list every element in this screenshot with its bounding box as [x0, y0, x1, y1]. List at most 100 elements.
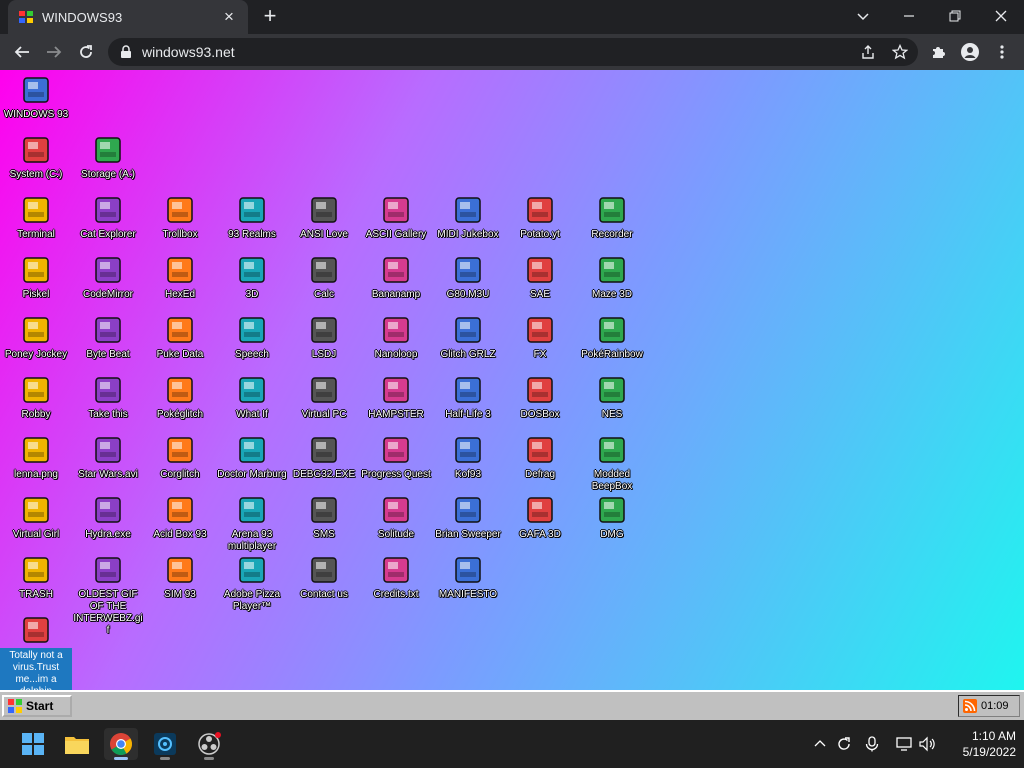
desktop-icon[interactable]: Defrag: [504, 434, 576, 481]
desktop-icon[interactable]: ASCII Gallery: [360, 194, 432, 241]
desktop-icon[interactable]: Piskel: [0, 254, 72, 301]
sync-icon[interactable]: [832, 732, 856, 756]
hidden-icons-chevron-icon[interactable]: [808, 732, 832, 756]
desktop-icon[interactable]: MANIFESTO: [432, 554, 504, 601]
desktop-icon[interactable]: FX: [504, 314, 576, 361]
new-tab-button[interactable]: +: [258, 5, 282, 29]
desktop-icon[interactable]: Byte Beat: [72, 314, 144, 361]
extensions-puzzle-icon[interactable]: [926, 40, 950, 64]
desktop-icon[interactable]: lenna.png: [0, 434, 72, 481]
minimize-button[interactable]: [892, 3, 926, 29]
desktop-icon[interactable]: Adobe Pizza Player™: [216, 554, 288, 613]
desktop-icon[interactable]: G80.M3U: [432, 254, 504, 301]
browser-menu-icon[interactable]: [990, 40, 1014, 64]
desktop-icon[interactable]: WINDOWS 93: [0, 74, 72, 121]
desktop-icon[interactable]: Potato.yt: [504, 194, 576, 241]
lock-icon[interactable]: [120, 45, 134, 59]
forward-button[interactable]: [42, 40, 66, 64]
desktop-icon[interactable]: GAFA 3D: [504, 494, 576, 541]
chrome-app-icon[interactable]: [104, 728, 138, 760]
desktop-icon[interactable]: Recorder: [576, 194, 648, 241]
desktop-icon[interactable]: System (C:): [0, 134, 72, 181]
close-tab-icon[interactable]: ×: [220, 7, 238, 26]
desktop-icon[interactable]: Modded BeepBox: [576, 434, 648, 493]
desktop-icon[interactable]: What If: [216, 374, 288, 421]
windows-clock[interactable]: 1:10 AM 5/19/2022: [946, 728, 1016, 760]
media-app-icon[interactable]: [148, 728, 182, 760]
maze-icon: [596, 254, 628, 286]
desktop-icon[interactable]: Star Wars.avi: [72, 434, 144, 481]
desktop-icon[interactable]: SIM 93: [144, 554, 216, 601]
desktop-icon[interactable]: Kof93: [432, 434, 504, 481]
desktop-icon[interactable]: Brian Sweeper: [432, 494, 504, 541]
desktop-icon[interactable]: Contact us: [288, 554, 360, 601]
start-button[interactable]: Start: [2, 695, 72, 717]
desktop-icon[interactable]: MIDI Jukebox: [432, 194, 504, 241]
url-input[interactable]: [142, 44, 854, 60]
desktop-icon[interactable]: SAE: [504, 254, 576, 301]
desktop-icon[interactable]: Virtual Girl: [0, 494, 72, 541]
file-explorer-icon[interactable]: [60, 728, 94, 760]
desktop-icon[interactable]: DOSBox: [504, 374, 576, 421]
desktop-icon[interactable]: HexEd: [144, 254, 216, 301]
desktop-icon[interactable]: Puke Data: [144, 314, 216, 361]
windows-start-icon[interactable]: [16, 728, 50, 760]
desktop-icon[interactable]: Cat Explorer: [72, 194, 144, 241]
dragon-icon: [236, 194, 268, 226]
desktop-icon[interactable]: HAMPSTER: [360, 374, 432, 421]
desktop-icon[interactable]: Nanoloop: [360, 314, 432, 361]
desktop-icon[interactable]: [0, 614, 72, 646]
desktop-icon[interactable]: PokéRainbow: [576, 314, 648, 361]
microphone-tray-icon[interactable]: [860, 732, 884, 756]
desktop-icon[interactable]: Arena 93 multiplayer: [216, 494, 288, 553]
volume-icon[interactable]: [916, 732, 940, 756]
desktop-icon[interactable]: OLDEST GIF OF THE INTERWEBZ.gif: [72, 554, 144, 637]
desktop-icon[interactable]: Progress Quest: [360, 434, 432, 481]
desktop-icon[interactable]: Poney Jockey: [0, 314, 72, 361]
desktop-icon[interactable]: DEBG32.EXE: [288, 434, 360, 481]
desktop-icon[interactable]: Maze 3D: [576, 254, 648, 301]
rss-feed-icon[interactable]: [963, 699, 977, 713]
desktop-icon[interactable]: Credits.txt: [360, 554, 432, 601]
desktop-icon[interactable]: Pokéglitch: [144, 374, 216, 421]
desktop-icon[interactable]: Robby: [0, 374, 72, 421]
desktop-icon[interactable]: Bananamp: [360, 254, 432, 301]
desktop-icon[interactable]: LSDJ: [288, 314, 360, 361]
desktop-icon[interactable]: Virtual PC: [288, 374, 360, 421]
desktop-icon[interactable]: Glitch GRLZ: [432, 314, 504, 361]
bookmark-star-icon[interactable]: [886, 40, 914, 64]
desktop-icon[interactable]: Storage (A:): [72, 134, 144, 181]
desktop-icon[interactable]: 3D: [216, 254, 288, 301]
desktop-icon[interactable]: Calc: [288, 254, 360, 301]
network-icon[interactable]: [892, 732, 916, 756]
share-icon[interactable]: [854, 40, 882, 64]
back-button[interactable]: [10, 40, 34, 64]
close-window-button[interactable]: [984, 3, 1018, 29]
reload-button[interactable]: [74, 40, 98, 64]
desktop-icon[interactable]: CodeMirror: [72, 254, 144, 301]
desktop-icon-label: Bananamp: [371, 289, 421, 300]
desktop-icon[interactable]: DMG: [576, 494, 648, 541]
desktop-icon[interactable]: Acid Box 93: [144, 494, 216, 541]
obs-app-icon[interactable]: [192, 728, 226, 760]
windows93-clock: 01:09: [981, 700, 1009, 712]
desktop-icon[interactable]: Half-Life 3: [432, 374, 504, 421]
profile-avatar-icon[interactable]: [958, 40, 982, 64]
desktop-icon[interactable]: Corglitch: [144, 434, 216, 481]
browser-tab[interactable]: WINDOWS93 ×: [8, 0, 248, 34]
desktop-icon[interactable]: Doctor Marburg: [216, 434, 288, 481]
desktop-icon[interactable]: SMS: [288, 494, 360, 541]
desktop-icon[interactable]: Hydra.exe: [72, 494, 144, 541]
restore-button[interactable]: [938, 3, 972, 29]
desktop-icon[interactable]: Take this: [72, 374, 144, 421]
desktop-icon[interactable]: Trollbox: [144, 194, 216, 241]
address-bar[interactable]: [108, 38, 918, 66]
tab-search-chevron-icon[interactable]: [846, 3, 880, 29]
desktop-icon[interactable]: Speech: [216, 314, 288, 361]
desktop-icon[interactable]: NES: [576, 374, 648, 421]
desktop-icon[interactable]: 93 Realms: [216, 194, 288, 241]
desktop-icon[interactable]: Terminal: [0, 194, 72, 241]
desktop-icon[interactable]: Solitude: [360, 494, 432, 541]
desktop-icon[interactable]: TRASH: [0, 554, 72, 601]
desktop-icon[interactable]: ANSI Love: [288, 194, 360, 241]
